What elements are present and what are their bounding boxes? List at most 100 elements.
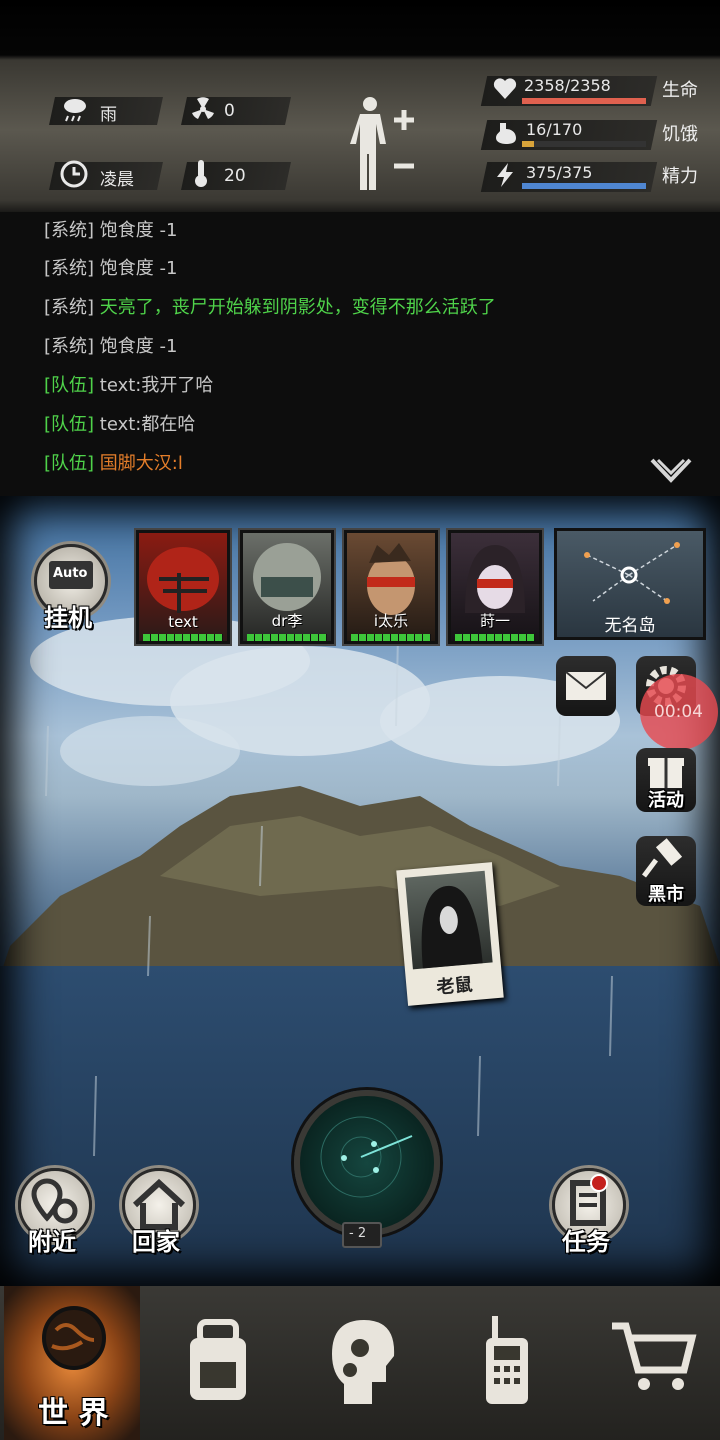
home-label: 回家 (132, 1228, 180, 1256)
location-name: 无名岛 (604, 616, 656, 636)
chat-message: [系统] 饱食度 -1 (44, 216, 177, 242)
clock-icon (60, 160, 88, 188)
backpack-icon (190, 1319, 246, 1400)
life-label: 生命 (662, 80, 698, 101)
mail-button[interactable] (556, 656, 616, 716)
chat-message: [系统] 天亮了，丧尸开始躲到阴影处，变得不那么活跃了 (44, 293, 496, 319)
team-member-hp-bar (247, 634, 327, 641)
nav-world[interactable]: 世 界 (4, 1286, 140, 1440)
recording-timer[interactable]: 00:04 (640, 674, 718, 750)
hunger-value: 16/170 (526, 120, 583, 139)
stomach-icon (492, 120, 518, 146)
npc-name: 老鼠 (435, 974, 474, 999)
computer-icon: Auto (49, 561, 93, 589)
chat-tag: [队伍] (44, 375, 95, 396)
human-body-icon (350, 97, 414, 190)
auto-badge: Auto (53, 566, 88, 581)
lightning-icon (494, 162, 516, 188)
team-member-name: dr李 (271, 612, 303, 630)
bottom-nav: 世 界 (0, 1286, 720, 1440)
chat-tag: [队伍] (44, 453, 95, 474)
notification-badge (590, 1174, 608, 1192)
task-label: 任务 (562, 1228, 610, 1256)
chat-text: 饱食度 -1 (99, 220, 178, 241)
hunger-bar (522, 141, 646, 147)
chat-tag: [队伍] (44, 414, 95, 435)
walkie-talkie-icon (486, 1316, 528, 1404)
radiation-icon (190, 96, 216, 122)
nearby-label: 附近 (28, 1228, 76, 1256)
chevron-down-icon[interactable] (648, 456, 694, 486)
black-market-button[interactable]: 黑市 (636, 836, 696, 906)
chat-text: 国脚大汉:l (99, 453, 183, 474)
timer-text: 00:04 (654, 702, 703, 722)
team-member-hp-bar (351, 634, 431, 641)
radiation-value: 0 (224, 101, 235, 121)
nav-radio[interactable] (440, 1286, 580, 1440)
chat-message: [队伍] text:我开了哈 (44, 371, 213, 397)
football-helmet-avatar-icon (147, 547, 219, 613)
team-member-hp-bar (455, 634, 535, 641)
weather-text: 雨 (100, 105, 117, 125)
hunger-label: 饥饿 (662, 124, 698, 145)
chat-text: 饱食度 -1 (99, 258, 178, 279)
radar-button[interactable] (294, 1090, 440, 1236)
team-member-4[interactable]: 莳一 (448, 530, 542, 644)
hunger-bar-fill (522, 141, 534, 147)
life-bar-fill (522, 98, 646, 104)
team-member-name: i太乐 (373, 612, 409, 630)
body-status-button[interactable] (346, 94, 418, 194)
globe-icon (42, 1306, 106, 1370)
status-bar: 雨 0 凌晨 20 2358/2358 生命 16/170 饥饿 375/375… (0, 0, 720, 212)
chat-tag: [系统] (44, 336, 95, 357)
chat-text: 天亮了，丧尸开始躲到阴影处，变得不那么活跃了 (99, 297, 496, 318)
radar-icon (320, 1116, 413, 1198)
envelope-icon (565, 671, 607, 700)
chat-message: [系统] 饱食度 -1 (44, 254, 177, 280)
head-gears-icon (332, 1320, 395, 1404)
black-market-label: 黑市 (648, 884, 684, 905)
nav-skills[interactable] (290, 1286, 430, 1440)
npc-portrait (404, 870, 493, 970)
chat-message: [队伍] 国脚大汉:l (44, 449, 183, 475)
energy-value: 375/375 (526, 163, 593, 182)
radar-level-text: - 2 (349, 1226, 367, 1241)
team-member-1[interactable]: text (136, 530, 230, 644)
hooded-figure-icon (421, 886, 483, 969)
chat-message: [队伍] text:都在哈 (44, 410, 195, 436)
nav-shop[interactable] (584, 1286, 720, 1440)
idle-label: 挂机 (44, 604, 92, 632)
chat-text: text:我开了哈 (99, 375, 214, 396)
team-member-hp-bar (143, 634, 223, 641)
shopping-cart-icon (612, 1322, 697, 1390)
energy-bar-fill (522, 183, 646, 189)
nav-inventory[interactable] (150, 1286, 290, 1440)
radar-level-badge: - 2 (342, 1222, 382, 1248)
chat-tag: [系统] (44, 297, 95, 318)
event-label: 活动 (648, 790, 684, 811)
team-member-3[interactable]: i太乐 (344, 530, 438, 644)
chat-message: [系统] 饱食度 -1 (44, 332, 177, 358)
heart-icon (492, 76, 518, 102)
chat-tag: [系统] (44, 220, 95, 241)
life-value: 2358/2358 (524, 76, 611, 95)
chat-text: text:都在哈 (99, 414, 196, 435)
rain-cloud-icon (62, 96, 88, 124)
chat-tag: [系统] (44, 258, 95, 279)
npc-card[interactable]: 老鼠 (396, 862, 504, 1006)
world-label: 世 界 (38, 1396, 109, 1431)
life-bar (522, 98, 646, 104)
event-button[interactable]: 活动 (636, 748, 696, 812)
team-member-2[interactable]: dr李 (240, 530, 334, 644)
location-minimap[interactable]: 无名岛 (554, 528, 706, 640)
map-marker-icon (584, 542, 680, 604)
auction-hammer-icon (642, 838, 683, 878)
thermometer-icon (192, 158, 210, 188)
team-member-name: 莳一 (479, 612, 510, 630)
energy-label: 精力 (662, 166, 698, 187)
energy-bar (522, 183, 646, 189)
temperature-value: 20 (224, 166, 246, 186)
chat-log[interactable]: [系统] 饱食度 -1 [系统] 饱食度 -1 [系统] 天亮了，丧尸开始躲到阴… (0, 212, 720, 496)
chat-text: 饱食度 -1 (99, 336, 178, 357)
team-member-name: text (168, 613, 198, 631)
